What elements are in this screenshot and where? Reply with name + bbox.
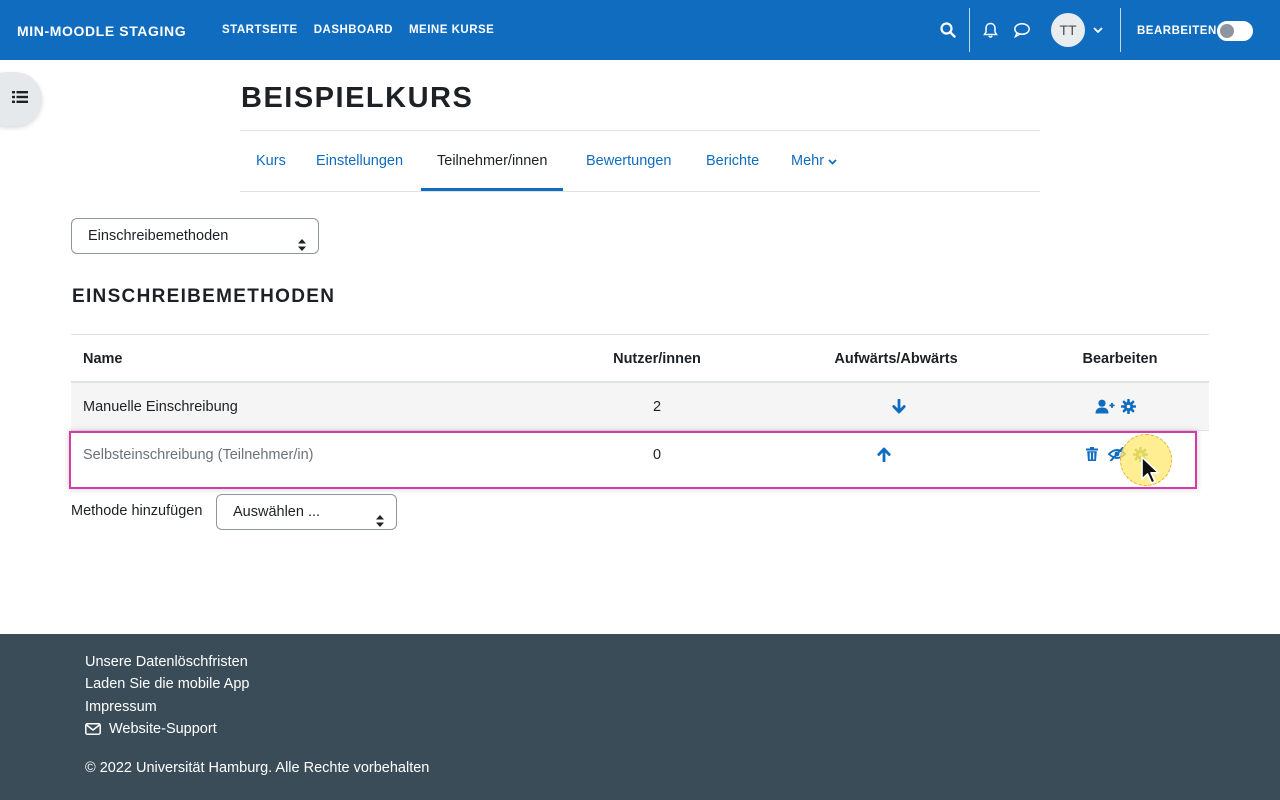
table-row: Manuelle Einschreibung 2 <box>71 383 1209 431</box>
tab-teilnehmer[interactable]: Teilnehmer/innen <box>421 131 564 191</box>
footer-link-data-retention[interactable]: Unsere Datenlöschfristen <box>85 654 248 670</box>
course-index-toggle[interactable] <box>0 72 42 126</box>
user-avatar[interactable]: TT <box>1051 13 1085 47</box>
tab-bewertungen[interactable]: Bewertungen <box>570 131 687 191</box>
navbar-divider <box>969 8 970 52</box>
method-name: Manuelle Einschreibung <box>83 399 238 415</box>
nav-link-meine-kurse[interactable]: MEINE KURSE <box>409 24 494 36</box>
site-brand[interactable]: MIN-MOODLE STAGING <box>17 23 186 39</box>
chevron-down-icon[interactable] <box>1088 20 1108 40</box>
tab-berichte[interactable]: Berichte <box>690 131 775 191</box>
tab-mehr[interactable]: Mehr <box>775 131 853 191</box>
edit-mode-label: BEARBEITEN <box>1137 25 1217 37</box>
footer-support-label: Website-Support <box>109 721 217 737</box>
toggle-knob <box>1220 24 1234 38</box>
primary-navigation: STARTSEITE DASHBOARD MEINE KURSE <box>222 24 510 36</box>
list-icon <box>12 90 28 109</box>
footer-link-impressum[interactable]: Impressum <box>85 699 157 715</box>
select-arrows-icon <box>376 506 384 540</box>
bell-icon[interactable] <box>980 20 1000 40</box>
row-highlight-annotation <box>69 431 1197 489</box>
navbar-divider <box>1120 8 1121 52</box>
top-navbar: MIN-MOODLE STAGING STARTSEITE DASHBOARD … <box>0 0 1280 60</box>
secondary-navigation: Kurs Einstellungen Teilnehmer/innen Bewe… <box>240 130 1040 192</box>
tab-einstellungen[interactable]: Einstellungen <box>300 131 419 191</box>
participants-page-select-value: Einschreibemethoden <box>88 228 229 244</box>
search-icon[interactable] <box>938 20 958 40</box>
mouse-pointer-icon <box>1140 456 1162 491</box>
page-title: BEISPIELKURS <box>241 82 474 114</box>
nav-link-startseite[interactable]: STARTSEITE <box>222 24 298 36</box>
footer-copyright: © 2022 Universität Hamburg. Alle Rechte … <box>85 760 430 776</box>
edit-mode-toggle[interactable] <box>1217 21 1253 41</box>
table-header-row: Name Nutzer/innen Aufwärts/Abwärts Bearb… <box>71 334 1209 383</box>
chevron-down-icon <box>828 131 837 191</box>
tab-kurs[interactable]: Kurs <box>240 131 302 191</box>
method-user-count: 2 <box>652 399 662 415</box>
chat-bubble-icon[interactable] <box>1012 20 1032 40</box>
gear-icon[interactable] <box>1120 398 1137 418</box>
participants-page-select[interactable]: Einschreibemethoden <box>71 218 319 254</box>
user-plus-icon[interactable] <box>1095 399 1115 418</box>
section-heading: EINSCHREIBEMETHODEN <box>72 286 336 307</box>
column-header-name: Name <box>83 351 123 367</box>
envelope-icon <box>85 723 101 735</box>
column-header-edit: Bearbeiten <box>1082 351 1158 367</box>
add-method-label: Methode hinzufügen <box>71 503 203 519</box>
column-header-move: Aufwärts/Abwärts <box>834 351 958 367</box>
arrow-down-icon[interactable] <box>892 398 906 418</box>
add-method-select[interactable]: Auswählen ... <box>216 494 397 530</box>
footer-link-support[interactable]: Website-Support <box>85 721 217 737</box>
nav-link-dashboard[interactable]: DASHBOARD <box>314 24 393 36</box>
page-footer: Unsere Datenlöschfristen Laden Sie die m… <box>0 634 1280 800</box>
column-header-users: Nutzer/innen <box>613 351 701 367</box>
footer-link-mobile-app[interactable]: Laden Sie die mobile App <box>85 676 249 692</box>
tab-mehr-label: Mehr <box>791 153 825 169</box>
select-arrows-icon <box>298 230 306 264</box>
add-method-select-value: Auswählen ... <box>233 504 321 520</box>
